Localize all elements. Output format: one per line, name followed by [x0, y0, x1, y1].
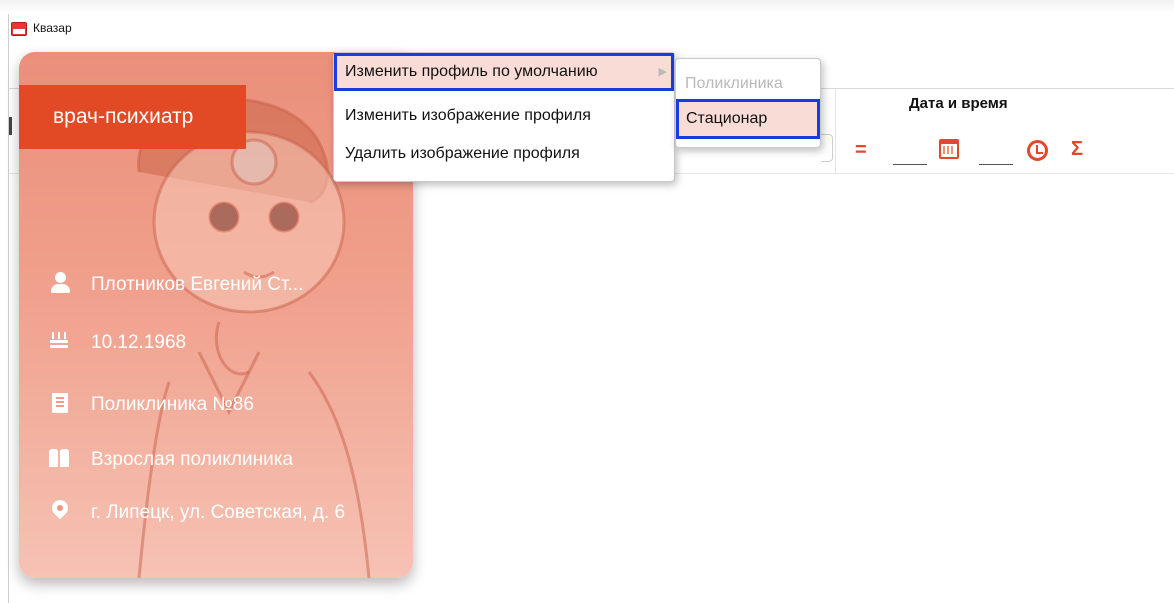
menu-item-label: Удалить изображение профиля — [345, 145, 580, 162]
buildings-icon — [49, 447, 71, 469]
column-divider[interactable] — [835, 89, 836, 174]
profile-address-row: г. Липецк, ул. Советская, д. 6 — [49, 500, 389, 526]
role-badge: врач-психиатр — [19, 85, 246, 149]
person-icon — [49, 272, 71, 294]
profile-context-menu: Изменить профиль по умолчанию ▶ Изменить… — [333, 52, 675, 182]
datetime-filter-row: = Σ — [855, 137, 1115, 167]
profile-name-row: Плотников Евгений Ст... — [49, 272, 303, 298]
menu-item-change-profile-image[interactable]: Изменить изображение профиля — [334, 97, 674, 135]
profile-birthdate: 10.12.1968 — [91, 332, 187, 353]
profile-department-row: Взрослая поликлиника — [49, 447, 293, 473]
profile-address: г. Липецк, ул. Советская, д. 6 — [91, 502, 346, 523]
birthday-cake-icon — [49, 330, 71, 352]
app-window: Квазар Дата и время = Σ врач-психиатр Пл… — [8, 14, 1174, 603]
app-title: Квазар — [33, 21, 72, 35]
hospital-building-icon — [49, 392, 71, 414]
profile-organization-row: Поликлиника №86 — [49, 392, 254, 418]
equals-operator-button[interactable]: = — [855, 139, 867, 162]
submenu-item-polyclinic: Поликлиника — [685, 75, 783, 92]
top-shadow — [0, 0, 1174, 14]
profile-department: Взрослая поликлиника — [91, 449, 294, 470]
app-logo-icon — [11, 22, 27, 36]
calendar-icon[interactable] — [939, 139, 959, 159]
column-header-datetime[interactable]: Дата и время — [909, 95, 1008, 112]
sum-button[interactable]: Σ — [1071, 138, 1083, 161]
header-input-edge[interactable] — [821, 134, 833, 162]
default-profile-submenu: Поликлиника Стационар — [675, 58, 821, 148]
location-pin-icon — [49, 500, 71, 522]
date-from-input[interactable] — [893, 164, 927, 165]
column-header-edge — [9, 117, 12, 135]
time-input[interactable] — [979, 164, 1013, 165]
submenu-arrow-icon: ▶ — [658, 66, 667, 78]
title-bar: Квазар — [9, 14, 1174, 44]
menu-item-delete-profile-image[interactable]: Удалить изображение профиля — [334, 135, 674, 173]
menu-item-label: Изменить изображение профиля — [345, 107, 591, 124]
clock-icon[interactable] — [1027, 140, 1048, 161]
profile-name: Плотников Евгений Ст... — [91, 274, 304, 295]
profile-organization: Поликлиника №86 — [91, 394, 254, 415]
submenu-item-hospital[interactable]: Стационар — [676, 99, 820, 139]
menu-item-change-default-profile[interactable]: Изменить профиль по умолчанию ▶ — [334, 53, 674, 91]
profile-birthdate-row: 10.12.1968 — [49, 330, 186, 356]
menu-item-label: Изменить профиль по умолчанию — [345, 63, 598, 80]
